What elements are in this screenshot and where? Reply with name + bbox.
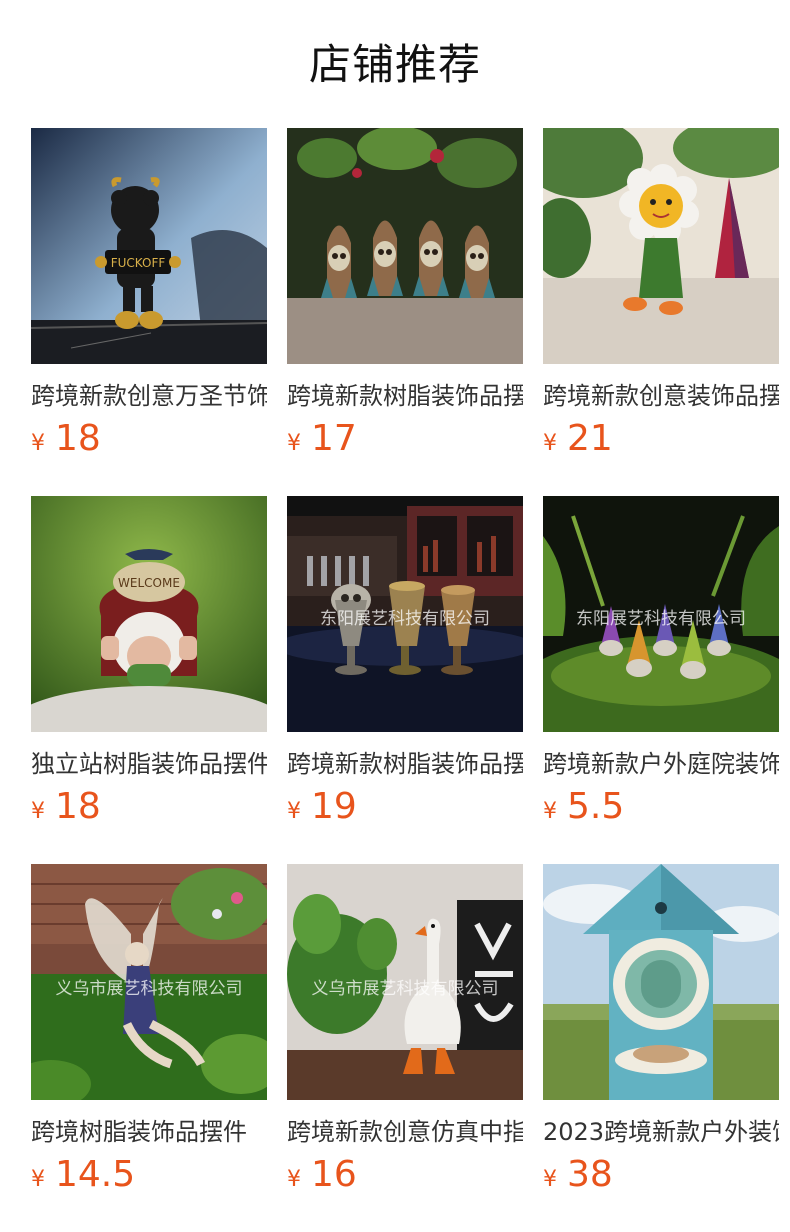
black-cartoon-figure-image: FUCKOFF (31, 128, 267, 364)
product-image[interactable]: 东阳展艺科技有限公司 (287, 496, 523, 732)
product-image[interactable] (287, 128, 523, 364)
currency-symbol: ¥ (287, 431, 301, 456)
product-card[interactable]: 义乌市展艺科技有限公司 跨境新款创意仿真中指 ¥ 16 (287, 864, 523, 1232)
currency-symbol: ¥ (31, 799, 45, 824)
product-price: ¥ 14.5 (31, 1154, 267, 1198)
watermark-text: 东阳展艺科技有限公司 (576, 609, 746, 629)
product-name[interactable]: 跨境新款树脂装饰品摆件 (287, 748, 523, 780)
price-value: 16 (311, 1154, 357, 1195)
product-image[interactable] (543, 864, 779, 1100)
product-grid: FUCKOFF 跨境新款创意万圣节饰品 ¥ 18 (31, 128, 779, 1232)
product-price: ¥ 18 (31, 786, 267, 830)
product-image[interactable] (543, 128, 779, 364)
product-image[interactable]: WELCOME (31, 496, 267, 732)
product-name[interactable]: 跨境新款户外庭院装饰 (543, 748, 779, 780)
price-value: 18 (55, 418, 101, 459)
product-price: ¥ 17 (287, 418, 523, 462)
product-card[interactable]: 跨境新款树脂装饰品摆件 ¥ 17 (287, 128, 523, 496)
watermark-text: 义乌市展艺科技有限公司 (55, 979, 243, 999)
price-value: 38 (567, 1154, 613, 1195)
price-value: 19 (311, 786, 357, 827)
sign-text: FUCKOFF (111, 256, 166, 270)
currency-symbol: ¥ (287, 799, 301, 824)
product-price: ¥ 16 (287, 1154, 523, 1198)
product-price: ¥ 38 (543, 1154, 779, 1198)
birdhouse-image (543, 864, 779, 1100)
product-image[interactable]: 义乌市展艺科技有限公司 (31, 864, 267, 1100)
watermark-text: 东阳展艺科技有限公司 (320, 609, 490, 629)
product-image[interactable]: 东阳展艺科技有限公司 (543, 496, 779, 732)
product-image[interactable]: 义乌市展艺科技有限公司 (287, 864, 523, 1100)
product-image[interactable]: FUCKOFF (31, 128, 267, 364)
product-name[interactable]: 独立站树脂装饰品摆件 (31, 748, 267, 780)
product-card[interactable]: 跨境新款创意装饰品摆件 ¥ 21 (543, 128, 779, 496)
product-name[interactable]: 2023跨境新款户外装饰 (543, 1116, 779, 1148)
price-value: 18 (55, 786, 101, 827)
product-name[interactable]: 跨境新款创意万圣节饰品 (31, 380, 267, 412)
product-card[interactable]: 义乌市展艺科技有限公司 跨境树脂装饰品摆件 ¥ 14.5 (31, 864, 267, 1232)
currency-symbol: ¥ (31, 1167, 45, 1192)
sunflower-gnome-image (543, 128, 779, 364)
currency-symbol: ¥ (543, 1167, 557, 1192)
product-price: ¥ 19 (287, 786, 523, 830)
price-value: 17 (311, 418, 357, 459)
watermark-text: 义乌市展艺科技有限公司 (311, 979, 499, 999)
page-title: 店铺推荐 (308, 40, 481, 89)
price-value: 5.5 (567, 786, 625, 827)
product-name[interactable]: 跨境新款创意装饰品摆件 (543, 380, 779, 412)
product-card[interactable]: 东阳展艺科技有限公司 跨境新款树脂装饰品摆件 ¥ 19 (287, 496, 523, 864)
welcome-gnome-image: WELCOME (31, 496, 267, 732)
product-card[interactable]: 2023跨境新款户外装饰 ¥ 38 (543, 864, 779, 1232)
price-value: 14.5 (55, 1154, 136, 1195)
skull-rocket-figurines-image (287, 128, 523, 364)
product-name[interactable]: 跨境新款树脂装饰品摆件 (287, 380, 523, 412)
product-card[interactable]: WELCOME 独立站树脂装饰品摆件 ¥ 18 (31, 496, 267, 864)
product-card[interactable]: FUCKOFF 跨境新款创意万圣节饰品 ¥ 18 (31, 128, 267, 496)
currency-symbol: ¥ (31, 431, 45, 456)
currency-symbol: ¥ (543, 799, 557, 824)
product-name[interactable]: 跨境树脂装饰品摆件 (31, 1116, 267, 1148)
currency-symbol: ¥ (543, 431, 557, 456)
product-price: ¥ 21 (543, 418, 779, 462)
product-card[interactable]: 东阳展艺科技有限公司 跨境新款户外庭院装饰 ¥ 5.5 (543, 496, 779, 864)
currency-symbol: ¥ (287, 1167, 301, 1192)
price-value: 21 (567, 418, 613, 459)
product-price: ¥ 5.5 (543, 786, 779, 830)
product-name[interactable]: 跨境新款创意仿真中指 (287, 1116, 523, 1148)
product-price: ¥ 18 (31, 418, 267, 462)
svg-text:WELCOME: WELCOME (118, 576, 180, 590)
